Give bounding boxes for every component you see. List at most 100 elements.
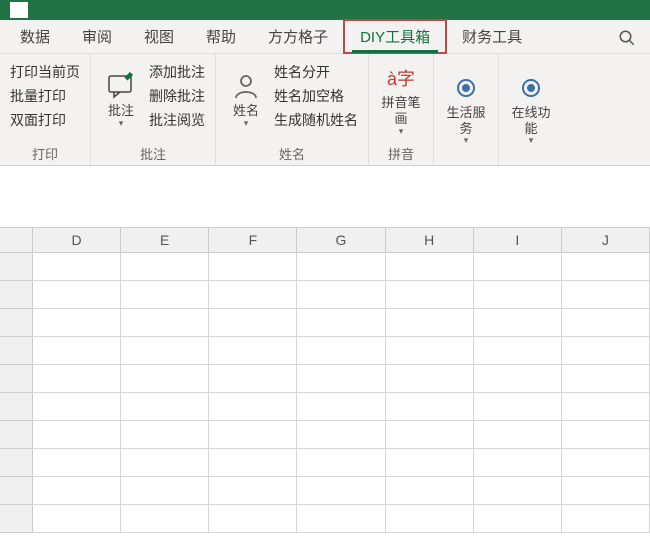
cell[interactable] <box>562 421 650 449</box>
cell[interactable] <box>33 449 121 477</box>
cell[interactable] <box>33 505 121 533</box>
tab-diy-toolbox[interactable]: DIY工具箱 <box>344 20 446 53</box>
cell[interactable] <box>474 281 562 309</box>
name-dropdown[interactable]: 姓名 ▾ <box>226 58 266 142</box>
tab-finance[interactable]: 财务工具 <box>446 20 538 53</box>
row-header[interactable] <box>0 393 33 421</box>
split-name-button[interactable]: 姓名分开 <box>274 62 358 82</box>
cell[interactable] <box>386 477 474 505</box>
cell[interactable] <box>209 477 297 505</box>
cell[interactable] <box>297 477 385 505</box>
cell[interactable] <box>562 253 650 281</box>
random-name-button[interactable]: 生成随机姓名 <box>274 110 358 130</box>
cell[interactable] <box>297 505 385 533</box>
cell[interactable] <box>474 337 562 365</box>
pinyin-dropdown[interactable]: à字 拼音笔画 ▾ <box>379 58 423 142</box>
cell[interactable] <box>474 505 562 533</box>
column-header[interactable]: F <box>209 228 297 253</box>
cell[interactable] <box>562 337 650 365</box>
cell[interactable] <box>33 281 121 309</box>
cell[interactable] <box>386 253 474 281</box>
cell[interactable] <box>562 281 650 309</box>
cell[interactable] <box>474 449 562 477</box>
cell[interactable] <box>121 393 209 421</box>
comments-dropdown[interactable]: 批注 ▾ <box>101 58 141 142</box>
cell[interactable] <box>562 477 650 505</box>
cell[interactable] <box>386 449 474 477</box>
cell[interactable] <box>121 337 209 365</box>
cell[interactable] <box>297 421 385 449</box>
row-header[interactable] <box>0 253 33 281</box>
cell[interactable] <box>474 393 562 421</box>
cell[interactable] <box>33 393 121 421</box>
cell[interactable] <box>386 505 474 533</box>
cell[interactable] <box>297 393 385 421</box>
cell[interactable] <box>386 393 474 421</box>
column-header[interactable]: D <box>33 228 121 253</box>
column-header[interactable]: E <box>121 228 209 253</box>
cell[interactable] <box>386 337 474 365</box>
cell[interactable] <box>33 337 121 365</box>
cell[interactable] <box>562 393 650 421</box>
duplex-print-button[interactable]: 双面打印 <box>10 110 80 130</box>
tab-view[interactable]: 视图 <box>128 20 190 53</box>
space-name-button[interactable]: 姓名加空格 <box>274 86 358 106</box>
cell[interactable] <box>297 337 385 365</box>
cell[interactable] <box>386 365 474 393</box>
cell[interactable] <box>474 309 562 337</box>
batch-print-button[interactable]: 批量打印 <box>10 86 80 106</box>
cell[interactable] <box>474 421 562 449</box>
life-service-dropdown[interactable]: 生活服务 ▾ <box>444 58 488 161</box>
cell[interactable] <box>33 477 121 505</box>
row-header[interactable] <box>0 421 33 449</box>
cell[interactable] <box>297 449 385 477</box>
cell[interactable] <box>121 505 209 533</box>
cell[interactable] <box>209 281 297 309</box>
cell[interactable] <box>121 449 209 477</box>
cell[interactable] <box>562 449 650 477</box>
cell[interactable] <box>297 281 385 309</box>
cell[interactable] <box>209 449 297 477</box>
cell[interactable] <box>209 253 297 281</box>
row-header[interactable] <box>0 365 33 393</box>
print-current-button[interactable]: 打印当前页 <box>10 62 80 82</box>
row-header[interactable] <box>0 281 33 309</box>
cell[interactable] <box>562 309 650 337</box>
cell[interactable] <box>33 253 121 281</box>
cell[interactable] <box>121 365 209 393</box>
select-all-corner[interactable] <box>0 228 33 253</box>
cell[interactable] <box>209 421 297 449</box>
tab-data[interactable]: 数据 <box>4 20 66 53</box>
cell[interactable] <box>386 421 474 449</box>
spreadsheet-grid[interactable]: DEFGHIJ <box>0 228 650 533</box>
cell[interactable] <box>121 421 209 449</box>
add-comment-button[interactable]: 添加批注 <box>149 62 205 82</box>
column-header[interactable]: G <box>297 228 385 253</box>
cell[interactable] <box>209 337 297 365</box>
cell[interactable] <box>474 365 562 393</box>
cell[interactable] <box>209 309 297 337</box>
tab-ffgz[interactable]: 方方格子 <box>252 20 344 53</box>
column-header[interactable]: H <box>386 228 474 253</box>
cell[interactable] <box>297 365 385 393</box>
browse-comment-button[interactable]: 批注阅览 <box>149 110 205 130</box>
delete-comment-button[interactable]: 删除批注 <box>149 86 205 106</box>
cell[interactable] <box>474 253 562 281</box>
row-header[interactable] <box>0 477 33 505</box>
column-header[interactable]: I <box>474 228 562 253</box>
cell[interactable] <box>562 365 650 393</box>
cell[interactable] <box>297 309 385 337</box>
cell[interactable] <box>121 477 209 505</box>
cell[interactable] <box>33 365 121 393</box>
tab-help[interactable]: 帮助 <box>190 20 252 53</box>
row-header[interactable] <box>0 309 33 337</box>
cell[interactable] <box>209 393 297 421</box>
row-header[interactable] <box>0 449 33 477</box>
cell[interactable] <box>386 281 474 309</box>
cell[interactable] <box>121 281 209 309</box>
cell[interactable] <box>562 505 650 533</box>
tab-review[interactable]: 审阅 <box>66 20 128 53</box>
cell[interactable] <box>297 253 385 281</box>
cell[interactable] <box>474 477 562 505</box>
online-dropdown[interactable]: 在线功能 ▾ <box>509 58 553 161</box>
